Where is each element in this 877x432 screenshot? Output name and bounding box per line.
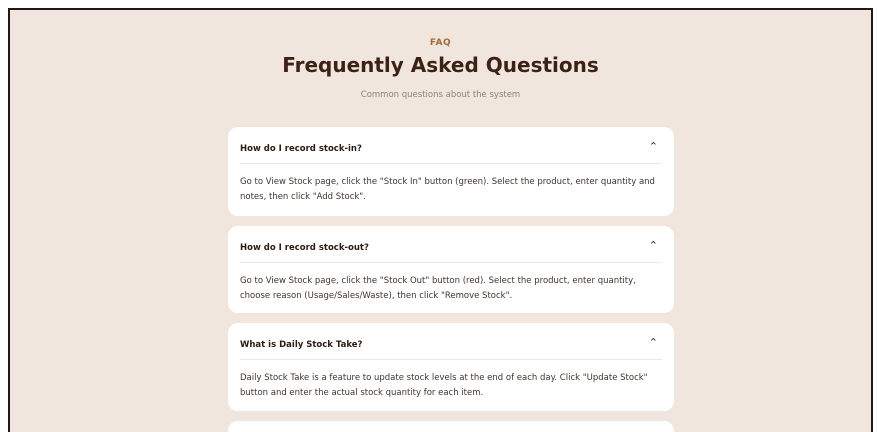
faq-section: FAQ Frequently Asked Questions Common qu… <box>8 8 873 432</box>
faq-question-toggle[interactable]: How do I record stock-in? <box>240 144 362 154</box>
faq-question-toggle[interactable]: How do I record stock-out? <box>240 243 369 253</box>
chevron-up-icon[interactable]: ⌃ <box>649 240 658 251</box>
section-eyebrow: FAQ <box>429 38 452 48</box>
faq-item-partial[interactable] <box>228 421 674 432</box>
faq-answer: Go to View Stock page, click the "Stock … <box>240 177 655 202</box>
chevron-up-icon[interactable]: ⌃ <box>649 337 658 348</box>
divider <box>240 359 662 360</box>
faq-item-daily-stock-take: What is Daily Stock Take? ⌃ Daily Stock … <box>228 323 674 411</box>
divider <box>240 262 662 263</box>
faq-item-stock-in: How do I record stock-in? ⌃ Go to View S… <box>228 127 674 216</box>
page-title: Frequently Asked Questions <box>282 53 599 77</box>
faq-answer: Go to View Stock page, click the "Stock … <box>240 276 636 301</box>
faq-item-stock-out: How do I record stock-out? ⌃ Go to View … <box>228 226 674 313</box>
faq-question-toggle[interactable]: What is Daily Stock Take? <box>240 340 362 350</box>
chevron-up-icon[interactable]: ⌃ <box>649 141 658 152</box>
page-subtitle: Common questions about the system <box>360 90 521 100</box>
divider <box>240 163 662 164</box>
faq-answer: Daily Stock Take is a feature to update … <box>240 373 648 398</box>
